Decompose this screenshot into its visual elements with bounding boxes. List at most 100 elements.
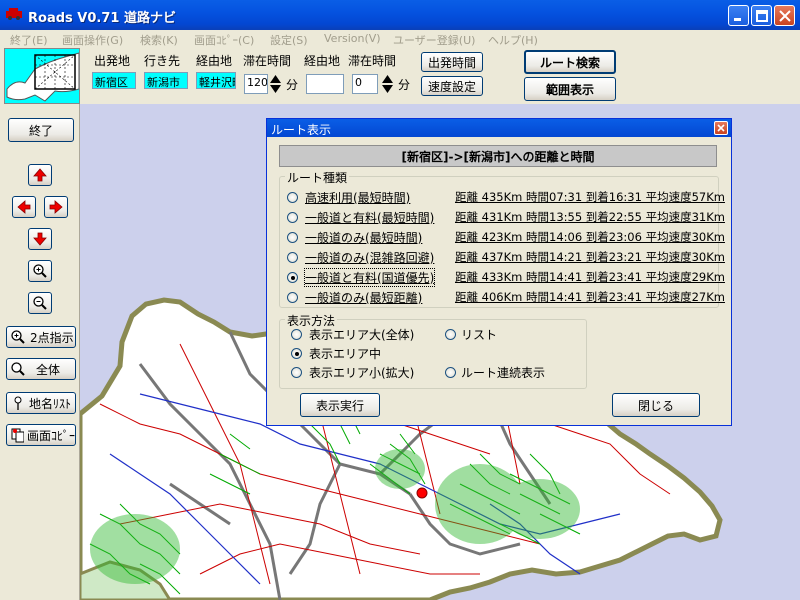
dialog-close-text-button[interactable]: 閉じる — [612, 393, 700, 417]
stay2-spinner-icon[interactable] — [381, 74, 394, 94]
left-toolbar: 終了 2点指示 全体 地名ﾘｽﾄ 画面ｺﾋﾟｰ — [0, 104, 80, 600]
display-medium-radio[interactable] — [291, 348, 302, 359]
dialog-title-bar[interactable]: ルート表示 — [267, 119, 731, 137]
stay1-spinner-icon[interactable] — [269, 74, 282, 94]
pan-up-button[interactable] — [28, 164, 52, 186]
display-small-radio[interactable] — [291, 367, 302, 378]
close-icon — [779, 10, 791, 22]
route-option-radio[interactable] — [287, 192, 298, 203]
route-option-radio[interactable] — [287, 212, 298, 223]
menu-help[interactable]: ヘルプ(H) — [488, 32, 538, 48]
route-option-info: 距離 433Km 時間14:41 到着23:41 平均速度29Km — [455, 270, 725, 284]
route-option-radio[interactable] — [287, 232, 298, 243]
via2-label: 経由地 — [304, 54, 341, 68]
magnifier-icon — [11, 362, 25, 376]
menu-exit[interactable]: 終了(E) — [10, 32, 48, 48]
route-option-info: 距離 437Km 時間14:21 到着23:21 平均速度30Km — [455, 250, 725, 264]
display-list-label: リスト — [461, 328, 498, 342]
destination-label: 行き先 — [144, 54, 181, 68]
stay2-input[interactable]: 0 — [352, 74, 378, 94]
two-point-button[interactable]: 2点指示 — [6, 326, 76, 348]
dialog-title: ルート表示 — [271, 123, 332, 137]
place-list-button[interactable]: 地名ﾘｽﾄ — [6, 392, 76, 414]
menu-screen-ops[interactable]: 画面操作(G) — [62, 32, 123, 48]
close-button[interactable] — [774, 5, 795, 26]
route-option-label[interactable]: 一般道のみ(最短距離) — [305, 289, 422, 306]
arrow-right-icon — [49, 200, 63, 214]
route-summary-header: [新宿区]->[新潟市]への距離と時間 — [279, 145, 717, 167]
menu-user-registration[interactable]: ユーザー登録(U) — [393, 32, 475, 48]
arrow-down-icon — [33, 232, 47, 246]
route-option-info: 距離 435Km 時間07:31 到着16:31 平均速度57Km — [455, 190, 725, 204]
menu-version[interactable]: Version(V) — [324, 32, 381, 45]
dialog-close-button[interactable] — [714, 121, 728, 135]
display-large-label: 表示エリア大(全体) — [309, 328, 415, 342]
minimap-drawing — [6, 52, 79, 102]
stay1-label: 滞在時間 — [243, 54, 292, 68]
magnifier-plus-icon — [11, 330, 25, 344]
departure-time-button[interactable]: 出発時間 — [421, 52, 483, 72]
close-icon — [717, 124, 725, 132]
zoom-in-button[interactable] — [28, 260, 52, 282]
display-list-radio[interactable] — [445, 329, 456, 340]
route-option-info: 距離 423Km 時間14:06 到着23:06 平均速度30Km — [455, 230, 725, 244]
display-large-radio[interactable] — [291, 329, 302, 340]
menu-settings[interactable]: 設定(S) — [270, 32, 308, 48]
screen-copy-label: 画面ｺﾋﾟｰ — [26, 428, 75, 443]
place-list-label: 地名ﾘｽﾄ — [29, 396, 72, 411]
stay2-label: 滞在時間 — [348, 54, 397, 68]
pan-down-button[interactable] — [28, 228, 52, 250]
menu-search[interactable]: 検索(K) — [140, 32, 178, 48]
title-bar[interactable]: Roads V0.71 道路ナビ — [0, 0, 800, 30]
route-search-button[interactable]: ルート検索 — [524, 50, 616, 74]
route-option-label[interactable]: 一般道のみ(最短時間) — [305, 229, 422, 246]
stay1-unit: 分 — [286, 78, 299, 92]
whole-view-label: 全体 — [36, 362, 61, 377]
pan-right-button[interactable] — [44, 196, 68, 218]
two-point-label: 2点指示 — [30, 330, 74, 345]
route-option-label[interactable]: 一般道と有料(最短時間) — [305, 209, 434, 226]
via1-label: 経由地 — [196, 54, 233, 68]
stay2-unit: 分 — [398, 78, 411, 92]
menu-bar: 終了(E) 画面操作(G) 検索(K) 画面ｺﾋﾟｰ(C) 設定(S) Vers… — [0, 30, 800, 48]
display-small-label: 表示エリア小(拡大) — [309, 366, 415, 380]
display-execute-button[interactable]: 表示実行 — [300, 393, 380, 417]
via2-input[interactable] — [306, 74, 344, 94]
route-option-radio[interactable] — [287, 272, 298, 283]
maximize-icon — [756, 10, 768, 22]
display-continuous-radio[interactable] — [445, 367, 456, 378]
overview-minimap[interactable] — [4, 48, 80, 104]
minimize-button[interactable] — [728, 5, 749, 26]
via1-field[interactable]: 軽井沢町 — [196, 72, 236, 89]
departure-label: 出発地 — [94, 54, 131, 68]
range-display-button[interactable]: 範囲表示 — [524, 77, 616, 101]
route-option-info: 距離 431Km 時間13:55 到着22:55 平均速度31Km — [455, 210, 725, 224]
window-title: Roads V0.71 道路ナビ — [28, 11, 176, 26]
route-option-label[interactable]: 一般道のみ(混雑路回避) — [305, 249, 434, 266]
zoom-out-button[interactable] — [28, 292, 52, 314]
departure-field[interactable]: 新宿区 — [92, 72, 136, 89]
exit-button[interactable]: 終了 — [8, 118, 74, 142]
copy-icon — [11, 428, 24, 443]
pin-icon — [14, 396, 22, 410]
route-option-radio[interactable] — [287, 292, 298, 303]
menu-screen-copy[interactable]: 画面ｺﾋﾟｰ(C) — [194, 32, 254, 48]
route-option-label[interactable]: 一般道と有料(国道優先) — [303, 268, 436, 287]
screen-copy-button[interactable]: 画面ｺﾋﾟｰ — [6, 424, 76, 446]
location-marker — [416, 487, 428, 499]
arrow-left-icon — [17, 200, 31, 214]
whole-view-button[interactable]: 全体 — [6, 358, 76, 380]
route-option-radio[interactable] — [287, 252, 298, 263]
route-option-info: 距離 406Km 時間14:41 到着23:41 平均速度27Km — [455, 290, 725, 304]
route-option-label[interactable]: 高速利用(最短時間) — [305, 189, 410, 206]
destination-field[interactable]: 新潟市 — [144, 72, 188, 89]
route-type-legend: ルート種類 — [285, 169, 350, 186]
stay1-input[interactable]: 120 — [244, 74, 268, 94]
speed-setting-button[interactable]: 速度設定 — [421, 76, 483, 96]
display-medium-label: 表示エリア中 — [309, 347, 382, 361]
route-display-dialog: ルート表示 [新宿区]->[新潟市]への距離と時間 ルート種類 表示方法 表示エ… — [266, 118, 732, 426]
route-input-panel: 出発地 行き先 経由地 滞在時間 経由地 滞在時間 新宿区 新潟市 軽井沢町 1… — [0, 48, 800, 104]
arrow-up-icon — [33, 168, 47, 182]
maximize-button[interactable] — [751, 5, 772, 26]
pan-left-button[interactable] — [12, 196, 36, 218]
